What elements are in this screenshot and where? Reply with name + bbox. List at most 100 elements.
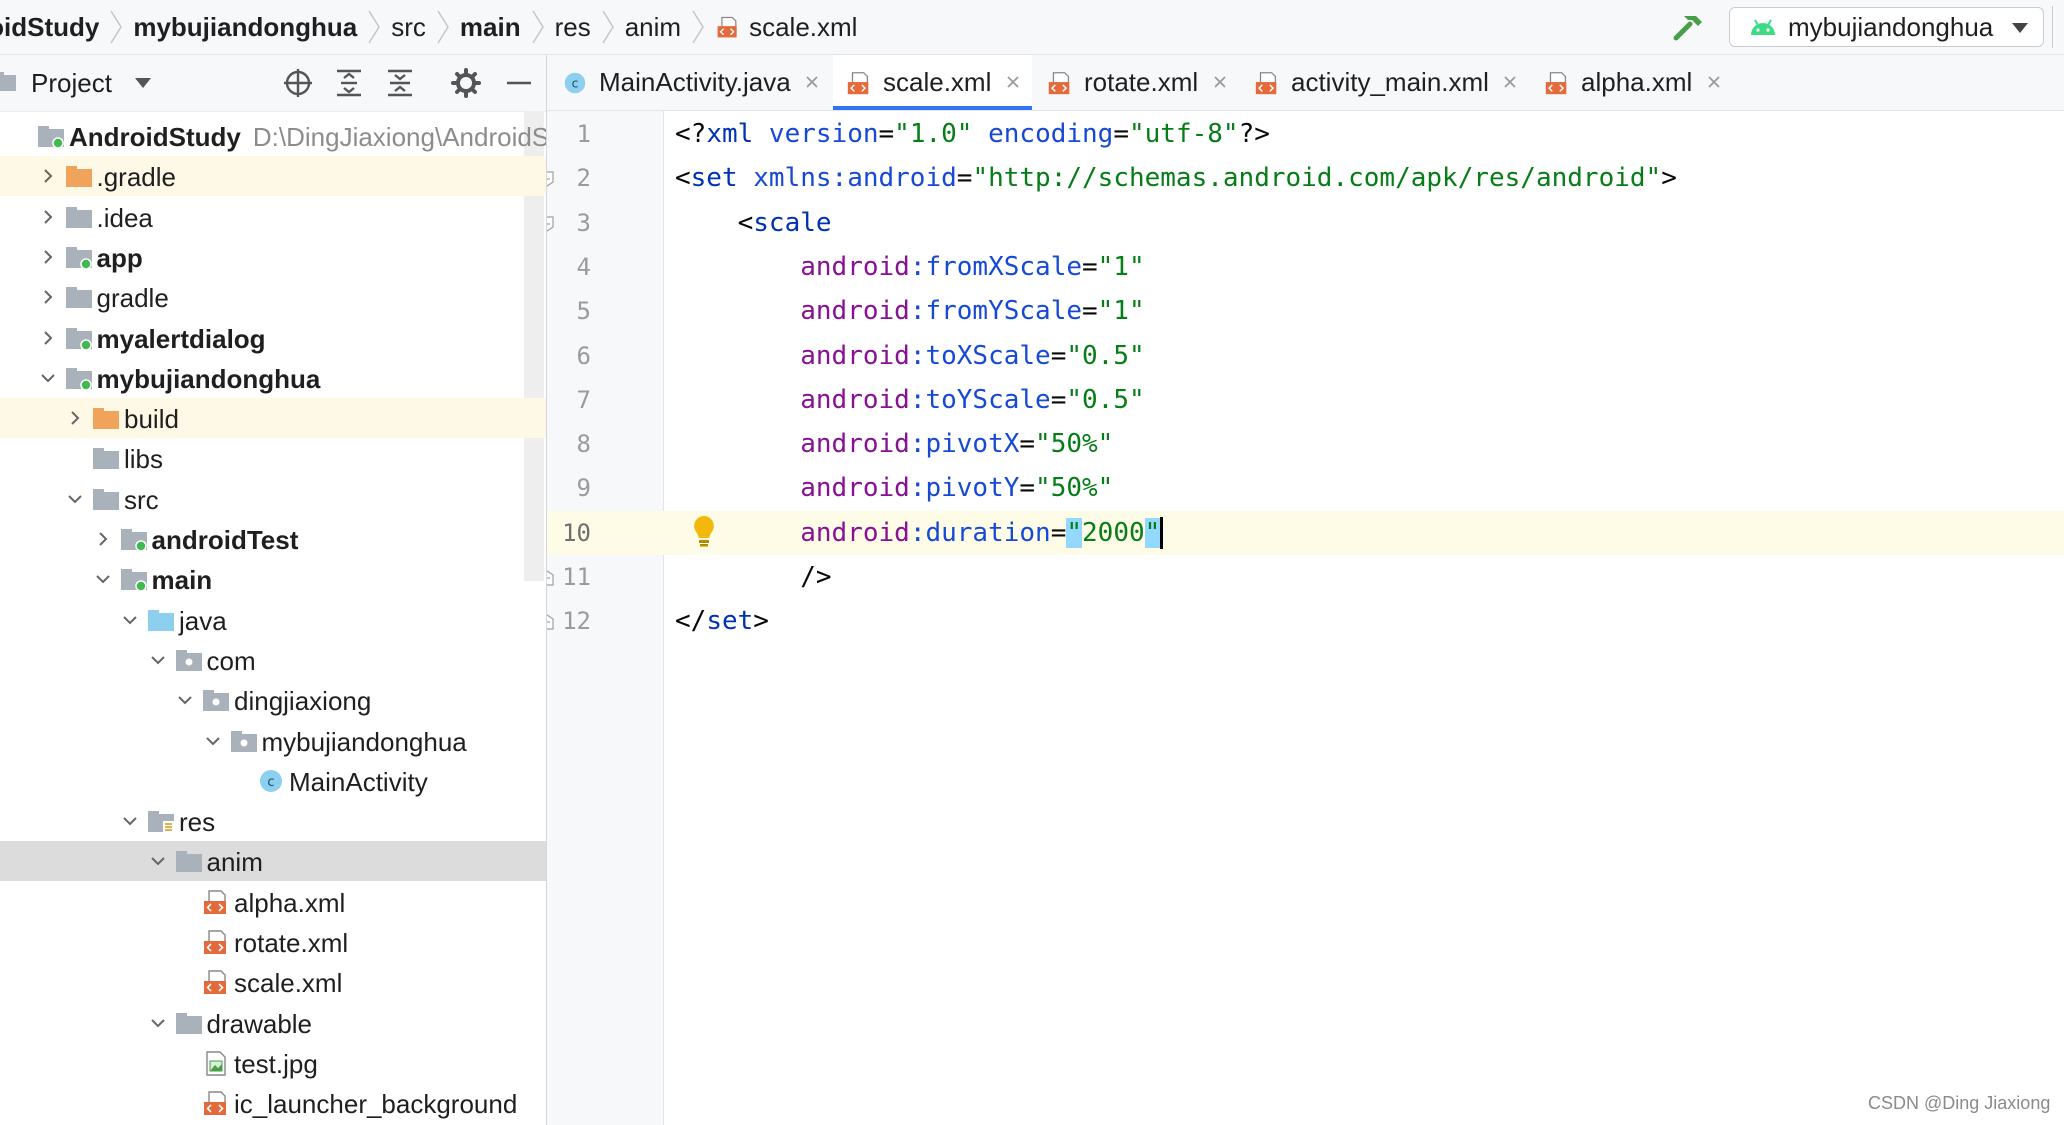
code-line[interactable]: 5 android:fromYScale="1": [547, 289, 2064, 333]
breadcrumb-item[interactable]: res: [555, 0, 591, 54]
code-line[interactable]: 4 android:fromXScale="1": [547, 245, 2064, 289]
chevron-down-icon[interactable]: [67, 491, 83, 507]
tree-node[interactable]: drawable: [0, 1003, 546, 1043]
breadcrumb: roidStudy mybujiandonghua src main res anim sc…: [0, 0, 857, 54]
breadcrumb-item[interactable]: src: [391, 0, 426, 54]
active-tab-indicator: [833, 106, 1032, 110]
fold-marker[interactable]: [547, 170, 559, 188]
chevron-down-icon[interactable]: [134, 77, 152, 89]
chevron-down-icon[interactable]: [95, 571, 111, 587]
fold-marker-icon[interactable]: [547, 569, 555, 587]
tree-node[interactable]: java: [0, 600, 546, 640]
breadcrumb-item[interactable]: anim: [625, 0, 681, 54]
tree-node[interactable]: mybujiandonghua: [0, 721, 546, 761]
run-configuration-label: mybujiandonghua: [1788, 11, 1994, 42]
chevron-right-icon[interactable]: [67, 410, 83, 426]
code-line[interactable]: 11 />: [547, 555, 2064, 599]
close-tab-icon[interactable]: [1211, 73, 1229, 91]
chevron-right-icon[interactable]: [40, 330, 56, 346]
collapse-all-icon[interactable]: [384, 67, 416, 99]
xml-file-icon: [1048, 72, 1070, 95]
editor-tab[interactable]: scale.xml: [833, 55, 1032, 110]
tree-node[interactable]: .gradle: [0, 156, 546, 197]
close-tab-icon[interactable]: [803, 73, 821, 91]
tree-node[interactable]: c MainActivity: [0, 761, 546, 801]
chevron-down-icon[interactable]: [40, 370, 56, 386]
tree-node[interactable]: .idea: [0, 197, 546, 237]
chevron-right-icon[interactable]: [95, 531, 111, 547]
code-line[interactable]: 6 android:toXScale="0.5": [547, 334, 2064, 378]
editor-tab[interactable]: activity_main.xml: [1241, 55, 1529, 110]
breadcrumb-item[interactable]: main: [460, 0, 521, 54]
code-line[interactable]: 9 android:pivotY="50%": [547, 466, 2064, 510]
tree-node[interactable]: ic_launcher_background: [0, 1083, 546, 1123]
tree-node[interactable]: app: [0, 237, 546, 277]
editor-tab-bar: c MainActivity.java scale.xml rotate.xml act…: [547, 55, 2064, 111]
chevron-down-icon[interactable]: [150, 853, 166, 869]
chevron-right-icon[interactable]: [40, 209, 56, 225]
chevron-down-icon[interactable]: [177, 692, 193, 708]
tree-node[interactable]: alpha.xml: [0, 882, 546, 922]
project-view-title[interactable]: Project: [31, 68, 112, 99]
chevron-right-icon[interactable]: [40, 249, 56, 265]
chevron-down-icon[interactable]: [150, 652, 166, 668]
run-configuration-select[interactable]: mybujiandonghua: [1729, 7, 2044, 47]
chevron-right-icon[interactable]: [40, 168, 56, 184]
tree-node[interactable]: androidTest: [0, 519, 546, 559]
settings-icon[interactable]: [450, 67, 482, 99]
code-line[interactable]: 7 android:toYScale="0.5": [547, 378, 2064, 422]
current-line[interactable]: 10 android:duration="2000": [547, 510, 2064, 555]
code-line[interactable]: 12 </set>: [547, 599, 2064, 643]
tree-node[interactable]: myalertdialog: [0, 318, 546, 358]
tree-node[interactable]: AndroidStudy D:\DingJiaxiong\AndroidStu: [0, 116, 546, 156]
tree-node[interactable]: build: [0, 398, 546, 439]
breadcrumb-item[interactable]: mybujiandonghua: [133, 0, 357, 54]
editor-tab[interactable]: alpha.xml: [1531, 55, 1733, 110]
expand-all-icon[interactable]: [333, 67, 365, 99]
fold-marker[interactable]: [547, 569, 559, 587]
code-token: 2000: [1082, 517, 1145, 548]
tree-node[interactable]: anim: [0, 841, 546, 882]
locate-icon[interactable]: [282, 67, 314, 99]
tree-node[interactable]: src: [0, 479, 546, 519]
fold-marker-icon[interactable]: [547, 170, 555, 188]
tree-node[interactable]: dingjiaxiong: [0, 680, 546, 720]
tree-node[interactable]: test.jpg: [0, 1043, 546, 1083]
tree-node[interactable]: scale.xml: [0, 962, 546, 1002]
fold-marker-icon[interactable]: [547, 613, 555, 631]
code-line[interactable]: 3 <scale: [547, 201, 2064, 245]
breadcrumb-item[interactable]: roidStudy: [0, 0, 99, 54]
folder-icon: [93, 488, 119, 510]
tree-node[interactable]: main: [0, 559, 546, 599]
chevron-right-icon[interactable]: [40, 289, 56, 305]
fold-marker[interactable]: [547, 215, 559, 233]
tree-node[interactable]: res: [0, 801, 546, 841]
editor-tab[interactable]: rotate.xml: [1034, 55, 1239, 110]
chevron-down-icon[interactable]: [150, 1015, 166, 1031]
tree-node[interactable]: mybujiandonghua: [0, 358, 546, 398]
chevron-down-icon[interactable]: [122, 612, 138, 628]
close-tab-icon[interactable]: [1501, 73, 1519, 91]
code-editor[interactable]: 1 <?xml version="1.0" encoding="utf-8"?> 2…: [547, 111, 2064, 1125]
fold-marker-icon[interactable]: [547, 215, 555, 233]
editor-tab[interactable]: c MainActivity.java: [549, 55, 831, 110]
close-tab-icon[interactable]: [1004, 73, 1022, 91]
tree-node[interactable]: com: [0, 640, 546, 680]
tree-node[interactable]: gradle: [0, 277, 546, 317]
tree-node-text: alpha.xml: [234, 887, 346, 918]
tree-node-text: mybujiandonghua: [261, 726, 467, 757]
close-tab-icon[interactable]: [1705, 73, 1723, 91]
chevron-down-icon[interactable]: [205, 733, 221, 749]
xml-file-icon: [204, 970, 226, 995]
tree-node[interactable]: rotate.xml: [0, 922, 546, 962]
class-icon: c: [564, 72, 586, 94]
fold-marker[interactable]: [547, 613, 559, 631]
hide-icon[interactable]: [503, 67, 535, 99]
chevron-down-icon[interactable]: [122, 813, 138, 829]
hammer-icon[interactable]: [1672, 12, 1706, 42]
code-line[interactable]: 8 android:pivotX="50%": [547, 422, 2064, 466]
code-line[interactable]: 2 <set xmlns:android="http://schemas.andr…: [547, 156, 2064, 200]
breadcrumb-item[interactable]: scale.xml: [715, 0, 857, 54]
code-line[interactable]: 1 <?xml version="1.0" encoding="utf-8"?>: [547, 112, 2064, 156]
tree-node[interactable]: libs: [0, 438, 546, 478]
